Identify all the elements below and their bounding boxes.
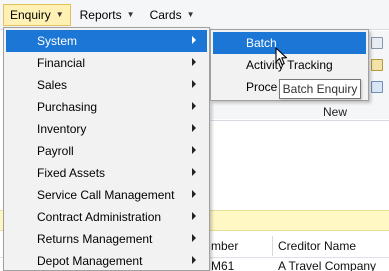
menu-enquiry-label: Enquiry (10, 7, 51, 22)
ribbon-group-label: New (322, 105, 347, 119)
menu-item-payroll[interactable]: Payroll (6, 140, 207, 162)
submenu-arrow-icon (192, 256, 196, 264)
column-header-number[interactable]: mber (211, 234, 238, 258)
folder-icon[interactable] (371, 59, 383, 71)
menu-item-financial[interactable]: Financial (6, 52, 207, 74)
menu-item-label: System (37, 34, 78, 48)
submenu-arrow-icon (192, 36, 196, 44)
menu-item-label: Financial (37, 56, 86, 70)
menu-item-system[interactable]: System (6, 30, 207, 52)
menu-item-service-call-management[interactable]: Service Call Management (6, 184, 207, 206)
menu-cards[interactable]: Cards ▼ (144, 4, 201, 26)
menu-item-purchasing[interactable]: Purchasing (6, 96, 207, 118)
menu-reports-label: Reports (79, 7, 122, 22)
submenu-item-label: Batch (246, 36, 277, 50)
menu-item-sales[interactable]: Sales (6, 74, 207, 96)
menu-item-depot-management[interactable]: Depot Management (6, 250, 207, 271)
submenu-arrow-icon (192, 212, 196, 220)
submenu-arrow-icon (192, 234, 196, 242)
menu-item-returns-management[interactable]: Returns Management (6, 228, 207, 250)
enquiry-dropdown: System Financial Sales Purchasing Invent… (3, 27, 210, 271)
caret-down-icon: ▼ (55, 9, 64, 19)
grid-cell-creditor-name[interactable]: A Travel Company (278, 259, 376, 271)
grid-cell-number[interactable]: M61 (211, 259, 234, 271)
menu-item-label: Purchasing (37, 100, 98, 114)
submenu-arrow-icon (192, 102, 196, 110)
submenu-arrow-icon (192, 58, 196, 66)
menu-item-label: Sales (37, 78, 68, 92)
caret-down-icon: ▼ (186, 9, 195, 19)
menu-item-fixed-assets[interactable]: Fixed Assets (6, 162, 207, 184)
submenu-arrow-icon (192, 146, 196, 154)
submenu-item-label: Proce (246, 80, 278, 94)
ribbon-divider (211, 120, 389, 121)
menu-item-label: Depot Management (37, 254, 143, 268)
menu-item-label: Payroll (37, 144, 74, 158)
submenu-item-label: Activity Tracking (246, 58, 333, 72)
menu-item-label: Service Call Management (37, 188, 175, 202)
submenu-arrow-icon (192, 80, 196, 88)
tooltip: Batch Enquiry (279, 79, 361, 99)
submenu-item-batch[interactable]: Batch (213, 32, 366, 54)
menu-item-inventory[interactable]: Inventory (6, 118, 207, 140)
menu-item-label: Fixed Assets (37, 166, 106, 180)
submenu-arrow-icon (192, 190, 196, 198)
menu-item-label: Returns Management (37, 232, 153, 246)
menu-cards-label: Cards (149, 7, 182, 22)
mouse-pointer-icon (275, 47, 288, 66)
menu-item-label: Inventory (37, 122, 87, 136)
submenu-arrow-icon (192, 124, 196, 132)
menu-item-contract-administration[interactable]: Contract Administration (6, 206, 207, 228)
menu-item-label: Contract Administration (37, 210, 162, 224)
column-header-creditor-name[interactable]: Creditor Name (278, 234, 356, 258)
menu-enquiry[interactable]: Enquiry ▼ (3, 3, 71, 26)
menubar: Enquiry ▼ Reports ▼ Cards ▼ (0, 0, 389, 30)
form-icon[interactable] (371, 81, 383, 93)
menu-reports[interactable]: Reports ▼ (74, 4, 141, 26)
submenu-item-activity-tracking[interactable]: Activity Tracking (213, 54, 366, 76)
caret-down-icon: ▼ (126, 9, 135, 19)
submenu-arrow-icon (192, 168, 196, 176)
document-icon[interactable] (371, 37, 383, 49)
column-separator[interactable] (272, 236, 273, 256)
